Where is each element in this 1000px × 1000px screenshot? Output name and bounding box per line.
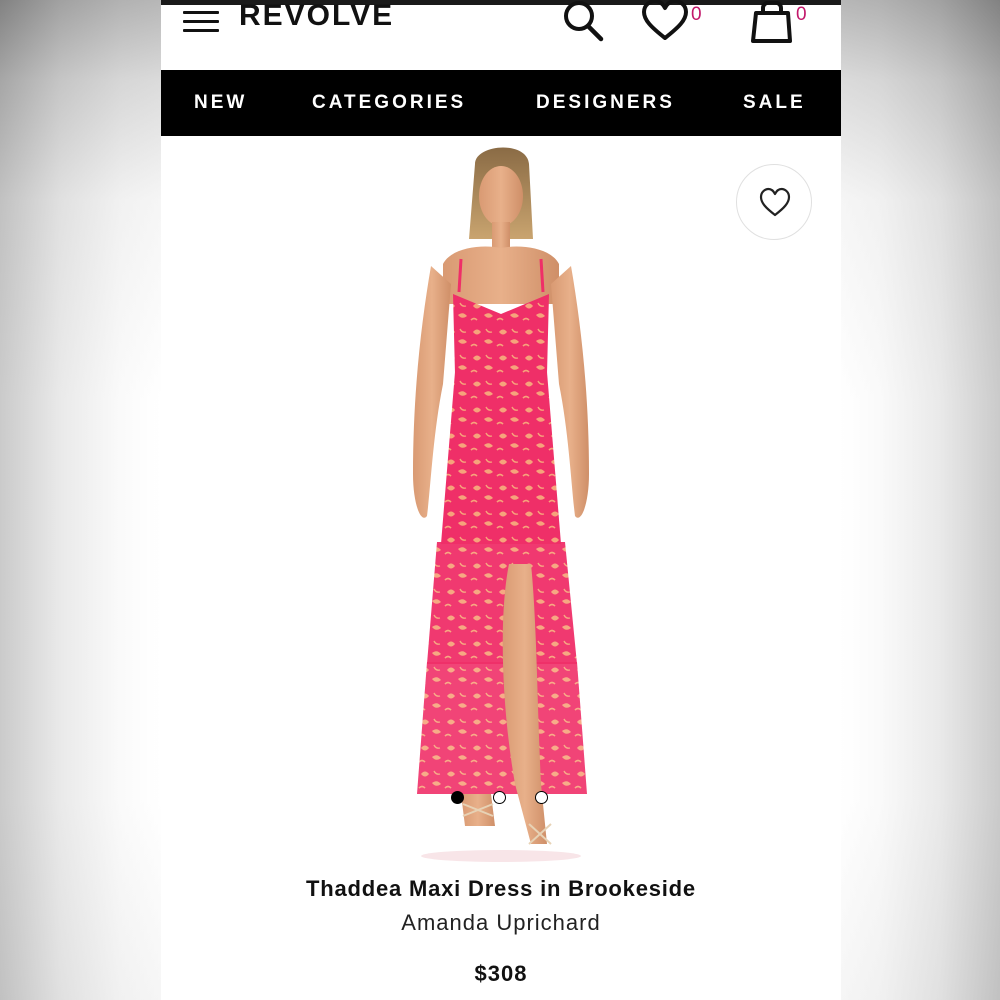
carousel-dot-3[interactable] [535, 791, 548, 804]
header: REVOLVE 0 0 [161, 0, 841, 70]
nav-item-new[interactable]: NEW [194, 70, 247, 136]
wishlist-count: 0 [691, 4, 702, 25]
nav-item-sale[interactable]: SALE [743, 70, 806, 136]
backdrop-left [0, 0, 161, 1000]
designer-name[interactable]: Amanda Uprichard [161, 910, 841, 936]
product-photo [413, 147, 589, 862]
nav-item-categories[interactable]: CATEGORIES [312, 70, 466, 136]
product-price: $308 [474, 961, 528, 986]
main-nav: NEW CATEGORIES DESIGNERS SALE [161, 70, 841, 136]
menu-icon[interactable] [183, 11, 219, 33]
search-icon[interactable] [559, 0, 607, 43]
product-title: Thaddea Maxi Dress in Brookeside [306, 876, 696, 901]
bag-icon[interactable] [749, 0, 795, 43]
add-to-wishlist-button[interactable] [736, 164, 812, 240]
logo[interactable]: REVOLVE [239, 0, 394, 33]
heart-outline-icon [759, 187, 791, 217]
nav-item-designers[interactable]: DESIGNERS [536, 70, 675, 136]
bag-count: 0 [796, 4, 807, 25]
product-image-carousel[interactable] [161, 136, 841, 866]
carousel-dots [451, 791, 551, 805]
heart-icon[interactable] [641, 0, 689, 43]
app-screen: REVOLVE 0 0 NEW CATEGORIES DESIGNERS SAL… [161, 0, 841, 1000]
carousel-dot-1[interactable] [451, 791, 464, 804]
backdrop-right [839, 0, 1000, 1000]
carousel-dot-2[interactable] [493, 791, 506, 804]
